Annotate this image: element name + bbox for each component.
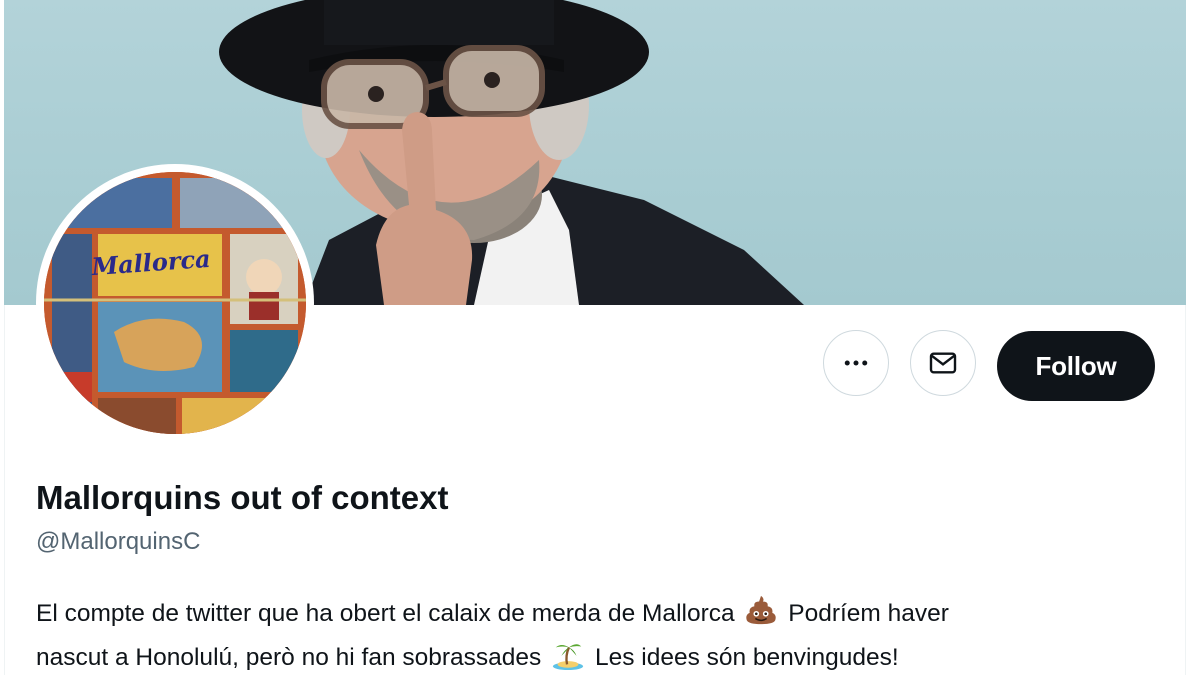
message-button[interactable] [910, 330, 976, 396]
more-options-button[interactable] [823, 330, 889, 396]
more-horizontal-icon [844, 360, 868, 366]
profile-avatar[interactable]: Mallorca [36, 164, 314, 442]
avatar-lettering: Mallorca [90, 243, 212, 281]
desert-island-emoji [553, 644, 584, 671]
avatar-collage [44, 172, 306, 434]
bio-text-1: El compte de twitter que ha obert el cal… [36, 600, 735, 627]
bio-text-3: nascut a Honolulú, però no hi fan sobras… [36, 644, 542, 671]
bio-text-2: Podríem haver [788, 600, 949, 627]
pile-of-poo-emoji [746, 595, 777, 625]
profile-handle: @MallorquinsC [36, 528, 201, 555]
profile-page: Mallorca Follow Mallorquins out of conte… [0, 0, 1200, 675]
bio-text-4: Les idees són benvingudes! [594, 644, 899, 671]
envelope-icon [929, 352, 957, 374]
profile-display-name: Mallorquins out of context [36, 479, 449, 516]
avatar-postcard-image: Mallorca [44, 172, 306, 434]
profile-bio: El compte de twitter que ha obert el cal… [36, 592, 1166, 680]
follow-button[interactable]: Follow [997, 331, 1155, 401]
